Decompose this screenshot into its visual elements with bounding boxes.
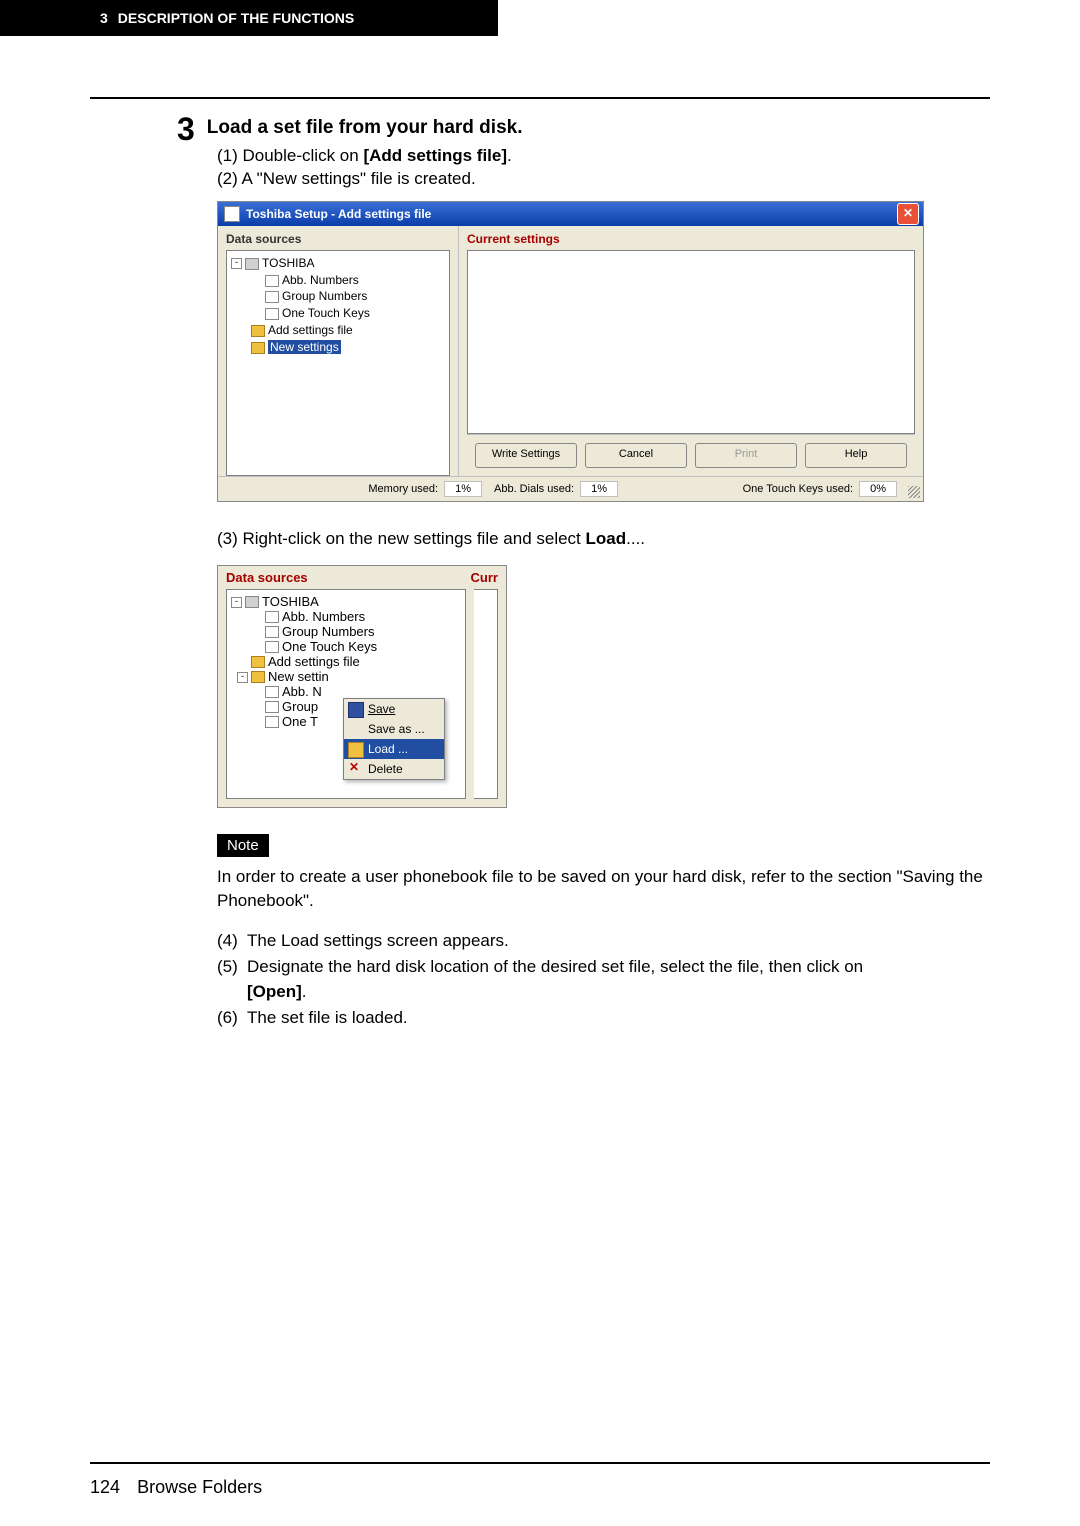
device-icon bbox=[245, 258, 259, 270]
data-sources-tree[interactable]: -TOSHIBA Abb. Numbers Group Numbers One … bbox=[226, 250, 450, 476]
cancel-button[interactable]: Cancel bbox=[585, 443, 687, 468]
step3-suffix: .... bbox=[626, 529, 645, 548]
step-line1-suffix: . bbox=[507, 146, 512, 165]
step-line1-bold: [Add settings file] bbox=[363, 146, 507, 165]
add-folder-icon bbox=[251, 656, 265, 668]
right-empty-area bbox=[474, 589, 498, 799]
item-num: (6) bbox=[217, 1005, 247, 1031]
otk-used-value: 0% bbox=[859, 481, 897, 497]
abb-dials-value: 1% bbox=[580, 481, 618, 497]
item5-prefix: Designate the hard disk location of the … bbox=[247, 957, 863, 976]
item-num: (5) bbox=[217, 954, 247, 1005]
menu-delete[interactable]: Delete bbox=[344, 759, 444, 779]
print-button: Print bbox=[695, 443, 797, 468]
item-num: (4) bbox=[217, 928, 247, 954]
dialog-add-settings: Toshiba Setup - Add settings file ✕ Data… bbox=[217, 201, 924, 502]
list-icon bbox=[265, 626, 279, 638]
item5-suffix: . bbox=[302, 982, 307, 1001]
menu-save[interactable]: Save bbox=[344, 699, 444, 719]
list-icon bbox=[265, 686, 279, 698]
bottom-rule bbox=[90, 1462, 990, 1464]
data-sources-label-2: Data sources bbox=[226, 570, 471, 585]
help-button[interactable]: Help bbox=[805, 443, 907, 468]
app-icon bbox=[224, 206, 240, 222]
write-settings-button[interactable]: Write Settings bbox=[475, 443, 577, 468]
dialog-titlebar: Toshiba Setup - Add settings file ✕ bbox=[218, 202, 923, 226]
step-number: 3 bbox=[177, 113, 195, 145]
save-icon bbox=[348, 702, 364, 718]
item5-bold: [Open] bbox=[247, 982, 302, 1001]
list-icon bbox=[265, 611, 279, 623]
step3-prefix: (3) Right-click on the new settings file… bbox=[217, 529, 586, 548]
expander-icon[interactable]: - bbox=[231, 258, 242, 269]
list-icon bbox=[265, 716, 279, 728]
status-bar: Memory used: 1% Abb. Dials used: 1% One … bbox=[218, 476, 923, 501]
content-area: 3 Load a set file from your hard disk. (… bbox=[177, 115, 990, 1030]
list-icon bbox=[265, 641, 279, 653]
note-label: Note bbox=[217, 834, 269, 857]
chapter-number: 3 bbox=[100, 10, 108, 26]
close-icon[interactable]: ✕ bbox=[897, 203, 919, 225]
expander-icon[interactable]: - bbox=[231, 597, 242, 608]
device-icon bbox=[245, 596, 259, 608]
dialog-title: Toshiba Setup - Add settings file bbox=[246, 207, 431, 221]
item4-text: The Load settings screen appears. bbox=[247, 928, 509, 954]
menu-save-as[interactable]: Save as ... bbox=[344, 719, 444, 739]
step3-bold: Load bbox=[586, 529, 627, 548]
memory-used-label: Memory used: bbox=[368, 483, 438, 495]
data-sources-tree-2[interactable]: -TOSHIBA Abb. Numbers Group Numbers One … bbox=[226, 589, 466, 799]
curr-label: Curr bbox=[471, 570, 498, 585]
tree-selected-item[interactable]: New settings bbox=[268, 340, 341, 354]
abb-dials-label: Abb. Dials used: bbox=[494, 483, 574, 495]
step-line2: (2) A "New settings" file is created. bbox=[217, 168, 990, 191]
current-settings-label: Current settings bbox=[467, 232, 915, 246]
open-icon bbox=[348, 742, 364, 758]
right-panel: Current settings Write Settings Cancel P… bbox=[459, 226, 923, 476]
folder-icon bbox=[251, 342, 265, 354]
current-settings-area bbox=[467, 250, 915, 434]
step3-line: (3) Right-click on the new settings file… bbox=[217, 528, 990, 551]
step-line1-prefix: (1) Double-click on bbox=[217, 146, 363, 165]
page-number: 124 bbox=[90, 1477, 120, 1497]
left-panel: Data sources -TOSHIBA Abb. Numbers Group… bbox=[218, 226, 459, 476]
step-title: Load a set file from your hard disk. bbox=[207, 117, 523, 139]
button-row: Write Settings Cancel Print Help bbox=[467, 434, 915, 476]
list-icon bbox=[265, 701, 279, 713]
page-header: 3 DESCRIPTION OF THE FUNCTIONS bbox=[0, 0, 498, 36]
expander-icon[interactable]: - bbox=[237, 672, 248, 683]
add-folder-icon bbox=[251, 325, 265, 337]
context-menu: Save Save as ... Load ... Delete bbox=[343, 698, 445, 780]
top-rule bbox=[90, 97, 990, 99]
page-footer: 124 Browse Folders bbox=[90, 1477, 262, 1498]
list-icon bbox=[265, 275, 279, 287]
note-body: In order to create a user phonebook file… bbox=[217, 865, 990, 913]
chapter-title: DESCRIPTION OF THE FUNCTIONS bbox=[118, 10, 354, 26]
data-sources-label: Data sources bbox=[226, 232, 450, 246]
delete-icon bbox=[348, 762, 362, 776]
continuation-list: (4)The Load settings screen appears. (5)… bbox=[217, 928, 990, 1030]
section-name: Browse Folders bbox=[137, 1477, 262, 1497]
list-icon bbox=[265, 291, 279, 303]
resize-grip-icon[interactable] bbox=[908, 486, 920, 498]
item6-text: The set file is loaded. bbox=[247, 1005, 408, 1031]
memory-used-value: 1% bbox=[444, 481, 482, 497]
list-icon bbox=[265, 308, 279, 320]
folder-icon bbox=[251, 671, 265, 683]
menu-load[interactable]: Load ... bbox=[344, 739, 444, 759]
otk-used-label: One Touch Keys used: bbox=[743, 483, 853, 495]
dialog-context-menu: Data sources Curr -TOSHIBA Abb. Numbers … bbox=[217, 565, 507, 808]
step-heading: 3 Load a set file from your hard disk. bbox=[177, 115, 990, 145]
step-body: (1) Double-click on [Add settings file].… bbox=[217, 145, 990, 191]
